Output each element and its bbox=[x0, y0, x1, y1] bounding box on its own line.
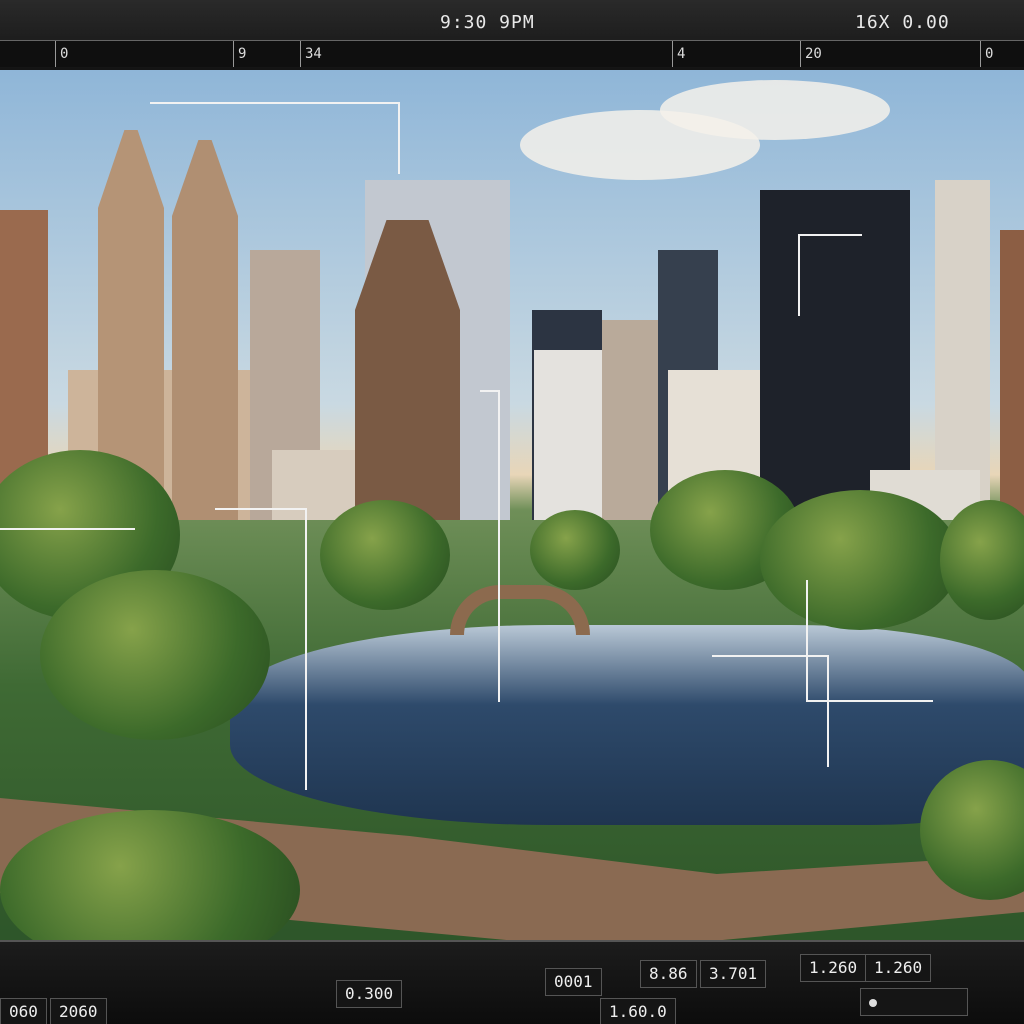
value-cell: 2060 bbox=[50, 998, 107, 1024]
focus-bracket[interactable] bbox=[215, 508, 307, 790]
tower bbox=[935, 180, 990, 520]
timeline-ruler[interactable]: 0 9 34 4 20 0 bbox=[0, 40, 1024, 67]
preview-frame[interactable] bbox=[0, 70, 1024, 950]
value-cell: 1.260 bbox=[865, 954, 932, 982]
building bbox=[1000, 230, 1024, 520]
ruler-tick: 4 bbox=[672, 41, 685, 67]
record-control[interactable] bbox=[860, 988, 968, 1016]
zoom-readout: 16X 0.00 bbox=[855, 12, 950, 33]
building bbox=[602, 320, 664, 520]
tower bbox=[355, 220, 460, 520]
tower bbox=[172, 140, 238, 520]
value-cell: 0001 bbox=[545, 968, 602, 996]
ruler-tick: 9 bbox=[233, 41, 246, 67]
tree bbox=[530, 510, 620, 590]
top-toolbar: 9:30 9PM 16X 0.00 0 9 34 4 20 0 bbox=[0, 0, 1024, 72]
cloud bbox=[660, 80, 890, 140]
value-cell: 8.86 bbox=[640, 960, 697, 988]
value-cell: 1.260 bbox=[800, 954, 867, 982]
stone-bridge bbox=[450, 585, 590, 635]
ruler-tick: 0 bbox=[980, 41, 993, 67]
value-cell: 0.300 bbox=[336, 980, 403, 1008]
time-readout: 9:30 9PM bbox=[440, 12, 535, 33]
focus-bracket[interactable] bbox=[480, 390, 500, 702]
focus-bracket[interactable] bbox=[712, 655, 829, 767]
focus-bracket[interactable] bbox=[798, 234, 862, 316]
focus-bracket[interactable] bbox=[150, 102, 400, 174]
tree bbox=[320, 500, 450, 610]
ruler-tick: 0 bbox=[55, 41, 68, 67]
value-cell: 1.60.0 bbox=[600, 998, 676, 1024]
record-dot-icon bbox=[869, 998, 877, 1007]
ruler-tick: 20 bbox=[800, 41, 822, 67]
value-cell: 3.701 bbox=[700, 960, 767, 988]
value-cell: 060 bbox=[0, 998, 47, 1024]
tree bbox=[940, 500, 1024, 620]
bottom-toolbar: 060 2060 0.300 0001 8.86 3.701 1.260 1.2… bbox=[0, 940, 1024, 1024]
video-viewer: 9:30 9PM 16X 0.00 0 9 34 4 20 0 060 2060… bbox=[0, 0, 1024, 1024]
ruler-tick: 34 bbox=[300, 41, 322, 67]
guide-line bbox=[0, 528, 135, 531]
